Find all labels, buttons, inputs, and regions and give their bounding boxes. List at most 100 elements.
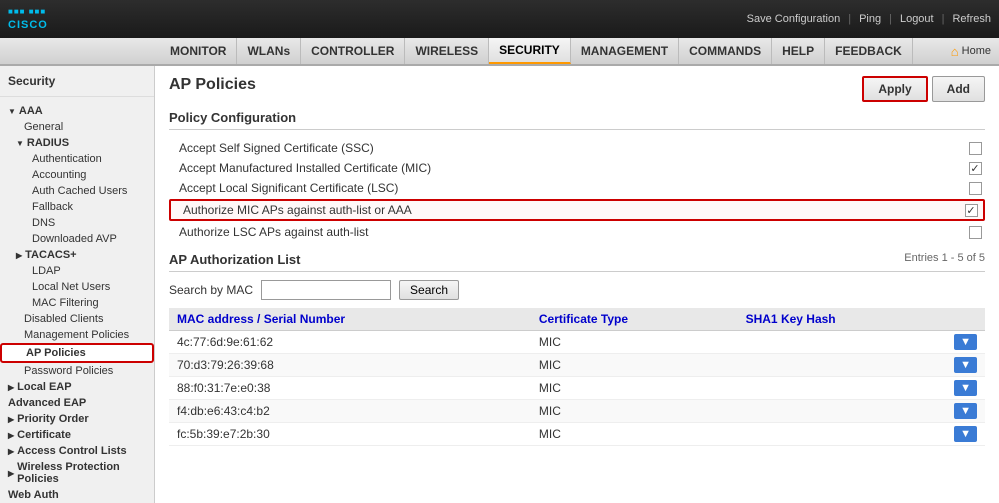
nav-wlans[interactable]: WLANs <box>237 38 301 64</box>
sidebar-group-wireless-protection[interactable]: ▶ Wireless Protection Policies <box>0 459 154 487</box>
nav-help[interactable]: HELP <box>772 38 825 64</box>
checkbox-2[interactable] <box>969 162 982 175</box>
policy-check-3[interactable] <box>965 182 985 195</box>
sidebar-item-downloaded-avp[interactable]: Downloaded AVP <box>0 231 154 247</box>
cell-action[interactable]: ▼ <box>946 400 985 423</box>
row-action-button[interactable]: ▼ <box>954 426 977 442</box>
entries-info: Entries 1 - 5 of 5 <box>904 252 985 264</box>
add-button[interactable]: Add <box>932 76 985 102</box>
cell-cert-type: MIC <box>531 377 738 400</box>
sidebar-group-tacacs[interactable]: ▶ TACACS+ <box>0 247 154 263</box>
row-action-button[interactable]: ▼ <box>954 403 977 419</box>
sidebar-group-advanced-eap[interactable]: Advanced EAP <box>0 395 154 411</box>
sidebar-group-web-auth[interactable]: Web Auth <box>0 487 154 503</box>
auth-list-title: AP Authorization List Entries 1 - 5 of 5 <box>169 252 985 272</box>
checkbox-4[interactable] <box>965 204 978 217</box>
sidebar-group-radius-label: RADIUS <box>27 137 69 149</box>
search-row: Search by MAC Search <box>169 280 985 300</box>
sidebar-item-mac-filtering[interactable]: MAC Filtering <box>0 295 154 311</box>
row-action-button[interactable]: ▼ <box>954 334 977 350</box>
home-icon: ⌂ <box>951 44 959 59</box>
acl-expand-icon: ▶ <box>8 447 14 456</box>
policy-label-2: Accept Manufactured Installed Certificat… <box>169 161 965 175</box>
policy-row-5: Authorize LSC APs against auth-list <box>169 222 985 242</box>
divider <box>0 96 154 97</box>
cell-action[interactable]: ▼ <box>946 423 985 446</box>
nav-commands[interactable]: COMMANDS <box>679 38 772 64</box>
nav-management[interactable]: MANAGEMENT <box>571 38 679 64</box>
col-sha1[interactable]: SHA1 Key Hash <box>738 308 947 331</box>
topbar-links: Save Configuration | Ping | Logout | Ref… <box>747 13 991 25</box>
radius-expand-icon: ▼ <box>16 139 24 148</box>
policy-row-1: Accept Self Signed Certificate (SSC) <box>169 138 985 158</box>
table-row: 70:d3:79:26:39:68 MIC ▼ <box>169 354 985 377</box>
policy-label-5: Authorize LSC APs against auth-list <box>169 225 965 239</box>
cell-sha1 <box>738 331 947 354</box>
navbar: MONITOR WLANs CONTROLLER WIRELESS SECURI… <box>0 38 999 66</box>
nav-controller[interactable]: CONTROLLER <box>301 38 405 64</box>
row-action-button[interactable]: ▼ <box>954 380 977 396</box>
cell-action[interactable]: ▼ <box>946 377 985 400</box>
policy-check-2[interactable] <box>965 162 985 175</box>
sidebar-item-dns[interactable]: DNS <box>0 215 154 231</box>
sidebar-group-certificate[interactable]: ▶ Certificate <box>0 427 154 443</box>
sidebar-group-acl[interactable]: ▶ Access Control Lists <box>0 443 154 459</box>
nav-security[interactable]: SECURITY <box>489 38 571 64</box>
search-input[interactable] <box>261 280 391 300</box>
sidebar-item-ap-policies[interactable]: AP Policies <box>0 343 154 363</box>
spacer <box>169 242 985 252</box>
sidebar-group-aaa-label: AAA <box>19 105 43 117</box>
sidebar-item-disabled-clients[interactable]: Disabled Clients <box>0 311 154 327</box>
sidebar-item-mgmt-policies[interactable]: Management Policies <box>0 327 154 343</box>
header-area: AP Policies Apply Add <box>169 76 985 102</box>
policy-row-4: Authorize MIC APs against auth-list or A… <box>169 199 985 221</box>
sidebar-item-authentication[interactable]: Authentication <box>0 151 154 167</box>
save-config-link[interactable]: Save Configuration <box>747 13 841 25</box>
cell-mac: fc:5b:39:e7:2b:30 <box>169 423 531 446</box>
policy-check-1[interactable] <box>965 142 985 155</box>
sidebar-item-ldap[interactable]: LDAP <box>0 263 154 279</box>
col-action <box>946 308 985 331</box>
search-button[interactable]: Search <box>399 280 459 300</box>
sidebar-group-radius[interactable]: ▼ RADIUS <box>0 135 154 151</box>
sidebar-item-local-net[interactable]: Local Net Users <box>0 279 154 295</box>
refresh-link[interactable]: Refresh <box>952 13 991 25</box>
sidebar-group-advanced-eap-label: Advanced EAP <box>8 397 86 409</box>
sidebar-group-aaa[interactable]: ▼ AAA <box>0 103 154 119</box>
sidebar-group-local-eap[interactable]: ▶ Local EAP <box>0 379 154 395</box>
sidebar-item-fallback[interactable]: Fallback <box>0 199 154 215</box>
checkbox-1[interactable] <box>969 142 982 155</box>
col-mac[interactable]: MAC address / Serial Number <box>169 308 531 331</box>
row-action-button[interactable]: ▼ <box>954 357 977 373</box>
action-buttons: Apply Add <box>862 76 985 102</box>
sidebar-item-accounting[interactable]: Accounting <box>0 167 154 183</box>
cell-sha1 <box>738 354 947 377</box>
cell-action[interactable]: ▼ <box>946 331 985 354</box>
nav-wireless[interactable]: WIRELESS <box>405 38 489 64</box>
checkbox-5[interactable] <box>969 226 982 239</box>
sidebar-item-general[interactable]: General <box>0 119 154 135</box>
nav-feedback[interactable]: FEEDBACK <box>825 38 913 64</box>
policy-check-4[interactable] <box>961 204 981 217</box>
sidebar-group-priority-order[interactable]: ▶ Priority Order <box>0 411 154 427</box>
policy-row-3: Accept Local Significant Certificate (LS… <box>169 178 985 198</box>
cell-action[interactable]: ▼ <box>946 354 985 377</box>
nav-monitor[interactable]: MONITOR <box>160 38 237 64</box>
checkbox-3[interactable] <box>969 182 982 195</box>
home-link[interactable]: ⌂ Home <box>943 38 999 64</box>
apply-button[interactable]: Apply <box>862 76 927 102</box>
table-row: 4c:77:6d:9e:61:62 MIC ▼ <box>169 331 985 354</box>
sidebar-item-auth-cached[interactable]: Auth Cached Users <box>0 183 154 199</box>
policy-check-5[interactable] <box>965 226 985 239</box>
logout-link[interactable]: Logout <box>900 13 934 25</box>
cell-sha1 <box>738 423 947 446</box>
sidebar-item-password-policies[interactable]: Password Policies <box>0 363 154 379</box>
ping-link[interactable]: Ping <box>859 13 881 25</box>
wireless-protection-expand-icon: ▶ <box>8 469 14 478</box>
top-bar: ■■■ ■■■ CISCO Save Configuration | Ping … <box>0 0 999 38</box>
search-by-mac-label: Search by MAC <box>169 283 253 297</box>
priority-order-expand-icon: ▶ <box>8 415 14 424</box>
col-cert-type[interactable]: Certificate Type <box>531 308 738 331</box>
policy-label-1: Accept Self Signed Certificate (SSC) <box>169 141 965 155</box>
policy-label-4: Authorize MIC APs against auth-list or A… <box>173 203 961 217</box>
